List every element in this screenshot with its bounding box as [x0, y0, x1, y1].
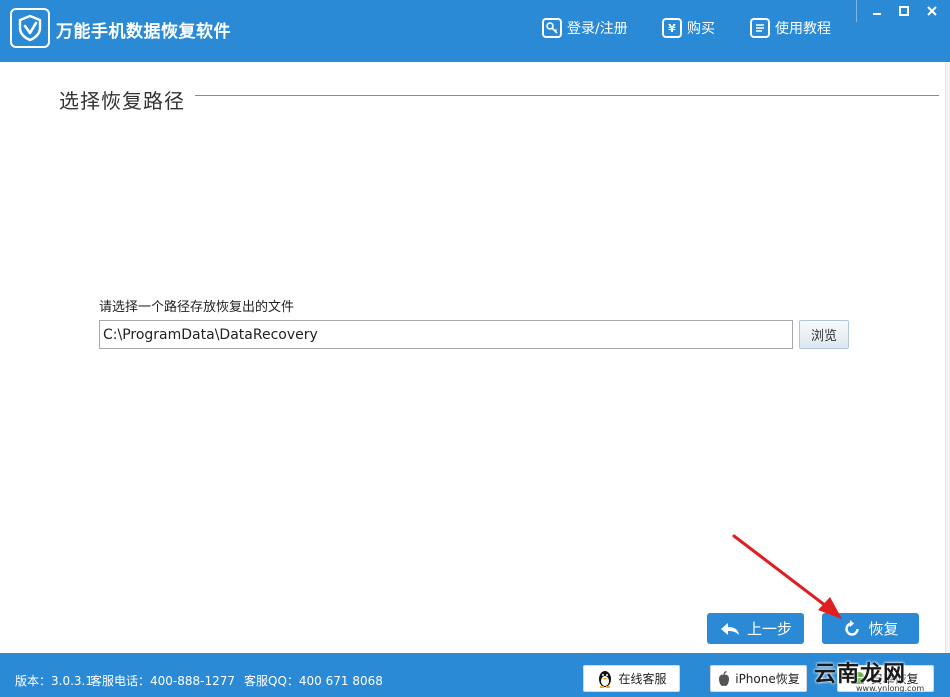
document-icon — [750, 18, 770, 38]
service-qq-text: 客服QQ：400 671 8068 — [244, 674, 383, 688]
minimize-button[interactable] — [863, 0, 891, 22]
browse-button[interactable]: 浏览 — [799, 320, 849, 349]
login-register-label: 登录/注册 — [567, 21, 628, 37]
version-text: 版本：3.0.3.1 — [15, 674, 93, 688]
online-service-button[interactable]: 在线客服 — [583, 665, 680, 692]
footer-bar: 版本：3.0.3.1 客服电话：400-888-1277 客服QQ：400 67… — [0, 653, 950, 697]
scrollbar-track[interactable] — [945, 62, 950, 653]
buy-label: 购买 — [687, 21, 715, 37]
section-title: 选择恢复路径 — [59, 89, 185, 113]
maximize-button[interactable] — [890, 0, 918, 22]
tutorial-label: 使用教程 — [775, 21, 831, 37]
path-prompt-label: 请选择一个路径存放恢复出的文件 — [99, 300, 295, 315]
buy-link[interactable]: ¥ 购买 — [662, 17, 715, 39]
apple-icon — [717, 670, 731, 687]
close-button[interactable] — [918, 0, 946, 22]
refresh-icon — [842, 619, 862, 639]
title-bar: 万能手机数据恢复软件 登录/注册 ¥ 购买 使用教程 — [0, 0, 950, 62]
shield-check-icon — [18, 14, 42, 42]
qq-penguin-icon — [596, 669, 614, 689]
iphone-recover-label: iPhone恢复 — [735, 672, 800, 686]
recovery-path-input[interactable] — [99, 320, 793, 349]
previous-step-button[interactable]: 上一步 — [707, 613, 804, 644]
previous-step-label: 上一步 — [746, 620, 792, 638]
app-title: 万能手机数据恢复软件 — [56, 22, 231, 42]
back-arrow-icon — [719, 621, 741, 637]
recover-label: 恢复 — [868, 620, 899, 638]
key-icon — [542, 18, 562, 38]
online-service-label: 在线客服 — [618, 672, 667, 686]
recover-button[interactable]: 恢复 — [822, 613, 919, 644]
maximize-icon — [899, 6, 909, 16]
window-controls-divider — [856, 0, 857, 22]
close-icon — [927, 6, 937, 16]
login-register-link[interactable]: 登录/注册 — [542, 17, 628, 39]
yen-icon: ¥ — [662, 18, 682, 38]
app-logo — [10, 8, 50, 48]
service-phone-text: 客服电话：400-888-1277 — [90, 674, 236, 688]
tutorial-link[interactable]: 使用教程 — [750, 17, 831, 39]
watermark-url: www.ynlong.com — [856, 684, 925, 693]
iphone-recover-button[interactable]: iPhone恢复 — [710, 665, 807, 692]
minimize-icon — [873, 13, 881, 15]
section-divider — [195, 95, 939, 96]
